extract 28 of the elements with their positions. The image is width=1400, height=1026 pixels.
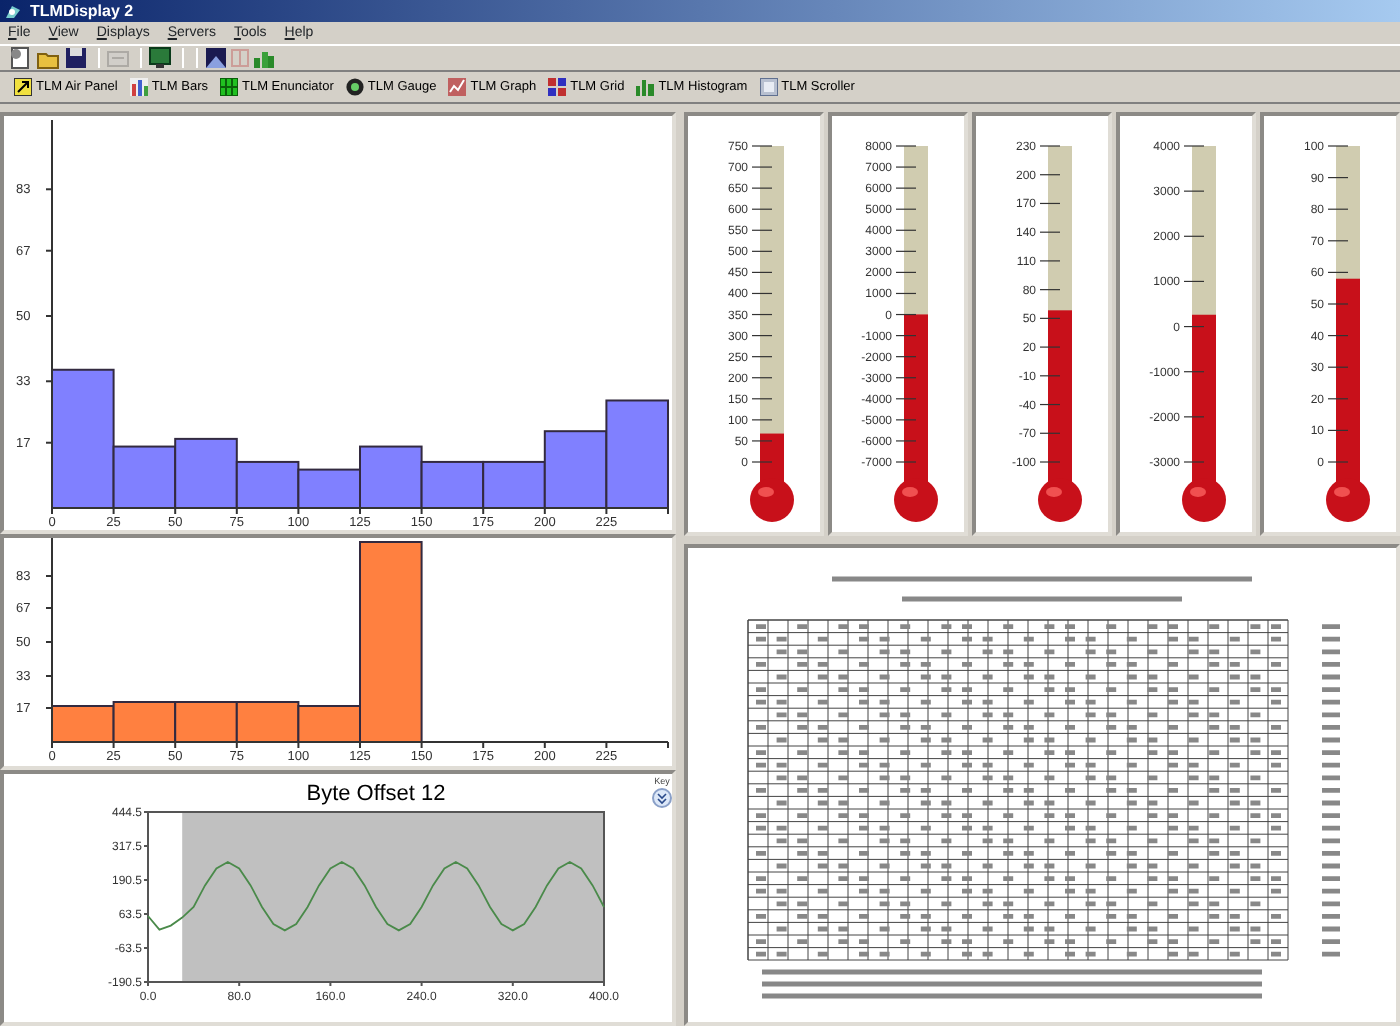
save-icon[interactable]	[64, 46, 88, 70]
monitor-icon[interactable]	[148, 46, 172, 70]
image-icon[interactable]	[204, 46, 228, 70]
new-icon[interactable]	[8, 46, 32, 70]
histogram-bar	[112, 701, 177, 744]
app-icon	[4, 3, 22, 19]
histogram-bar	[420, 460, 485, 509]
arrow-icon	[14, 77, 32, 96]
window-icon	[759, 77, 778, 96]
histogram-bar	[605, 399, 669, 509]
thermometer-bulb	[1326, 461, 1370, 522]
grid-icon	[220, 77, 238, 96]
histogram-bar	[235, 701, 300, 744]
bar-chart-icon[interactable]	[252, 46, 276, 70]
thermometer-bulb	[1182, 461, 1226, 522]
window-title: TLMDisplay 2	[30, 0, 134, 22]
gauge-icon	[345, 77, 364, 96]
histogram-bar	[51, 705, 115, 744]
thermometer-bulb	[750, 461, 794, 522]
expand-button[interactable]	[652, 787, 672, 808]
bars-icon	[129, 77, 148, 96]
grid-icon	[548, 77, 567, 96]
thermometer-bulb	[1038, 461, 1082, 522]
bar-chart-icon	[636, 77, 655, 96]
histogram-bar	[174, 701, 238, 744]
thermometer-bulb	[894, 461, 938, 522]
chart-title: Byte Offset 12	[306, 781, 446, 806]
line-chart-icon	[448, 77, 467, 96]
